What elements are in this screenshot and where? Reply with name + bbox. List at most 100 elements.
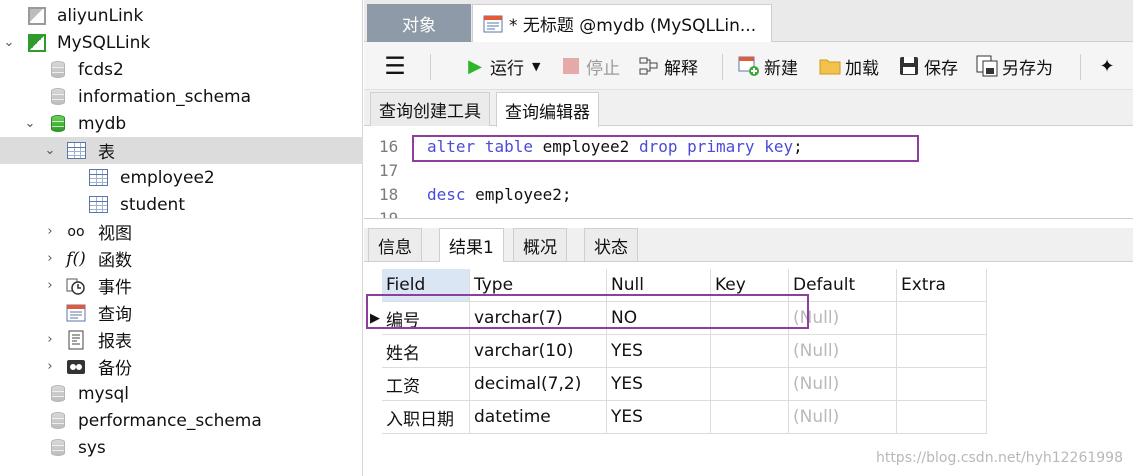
- highlight-box: [366, 294, 809, 329]
- run-button[interactable]: ▶ 运行 ▼: [464, 52, 540, 80]
- grid-cell[interactable]: datetime: [470, 401, 607, 434]
- beautify-button[interactable]: ✦: [1096, 52, 1122, 80]
- tree-item-label: MySQLLink: [57, 32, 151, 53]
- code-line: 18 desc employee2;: [364, 182, 1133, 206]
- grid-cell[interactable]: [897, 302, 987, 335]
- grid-cell[interactable]: 入职日期: [382, 401, 470, 434]
- tree-item-mysql[interactable]: mysql: [0, 380, 363, 407]
- tree-item-aliyunlink[interactable]: aliyunLink: [0, 2, 363, 29]
- database-icon: [48, 60, 68, 80]
- tree-item-label: 报表: [98, 332, 132, 352]
- grid-cell[interactable]: 工资: [382, 368, 470, 401]
- grid-cell[interactable]: YES: [607, 401, 711, 434]
- tree-item-functions[interactable]: › f() 函数: [0, 245, 363, 272]
- query-toolbar: ☰ ▶ 运行 ▼ 停止 解释 新建 加载 保存 另存为 ✦: [364, 42, 1133, 90]
- tree-item-events[interactable]: › 事件: [0, 272, 363, 299]
- grid-cell[interactable]: [711, 401, 789, 434]
- tree-item-fcds2[interactable]: fcds2: [0, 56, 363, 83]
- chevron-right-icon[interactable]: ›: [43, 251, 57, 266]
- tree-item-sys[interactable]: sys: [0, 434, 363, 461]
- chevron-right-icon[interactable]: ›: [43, 332, 57, 347]
- table-icon: [88, 168, 108, 188]
- chevron-right-icon[interactable]: ›: [43, 224, 57, 239]
- save-label: 保存: [924, 58, 958, 79]
- tab-label: 查询创建工具: [379, 102, 481, 122]
- grid-cell[interactable]: (Null): [789, 368, 897, 401]
- tree-item-label: 查询: [98, 305, 132, 325]
- grid-cell[interactable]: [711, 368, 789, 401]
- grid-cell[interactable]: YES: [607, 368, 711, 401]
- tree-item-backups[interactable]: › 备份: [0, 353, 363, 380]
- save-as-label: 另存为: [1002, 58, 1053, 79]
- tree-item-performance-schema[interactable]: performance_schema: [0, 407, 363, 434]
- grid-cell[interactable]: decimal(7,2): [470, 368, 607, 401]
- load-label: 加载: [845, 58, 879, 79]
- tab-objects[interactable]: 对象: [367, 4, 471, 42]
- explain-button[interactable]: 解释: [638, 52, 698, 80]
- explain-icon: [638, 55, 660, 77]
- database-icon: [48, 438, 68, 458]
- new-label: 新建: [764, 58, 798, 79]
- tree-item-mydb[interactable]: ⌄ mydb: [0, 110, 363, 137]
- chevron-right-icon[interactable]: ›: [43, 359, 57, 374]
- line-number: 16: [379, 136, 399, 156]
- tree-item-views[interactable]: › oo 视图: [0, 218, 363, 245]
- load-button[interactable]: 加载: [819, 52, 879, 80]
- tab-label: 信息: [378, 237, 412, 258]
- report-icon: [66, 330, 86, 350]
- table-icon: [88, 195, 108, 215]
- tab-status[interactable]: 状态: [584, 228, 638, 262]
- dropdown-arrow-icon[interactable]: ▼: [532, 60, 540, 73]
- tab-query-builder[interactable]: 查询创建工具: [370, 92, 490, 126]
- tree-item-queries[interactable]: 查询: [0, 299, 363, 326]
- query-icon: [66, 303, 86, 323]
- new-button[interactable]: 新建: [738, 52, 798, 80]
- chevron-right-icon[interactable]: ›: [43, 278, 57, 293]
- tree-item-label: mysql: [78, 383, 129, 404]
- function-icon: f(): [66, 248, 86, 269]
- tab-result1[interactable]: 结果1: [439, 228, 504, 263]
- tree-item-mysqllink[interactable]: ⌄ MySQLLink: [0, 29, 363, 56]
- tree-item-information-schema[interactable]: information_schema: [0, 83, 363, 110]
- tree-item-student[interactable]: student: [0, 191, 363, 218]
- glasses-icon: oo: [67, 223, 85, 240]
- tab-label: 查询编辑器: [505, 102, 590, 123]
- line-number: 18: [379, 184, 399, 204]
- menu-button[interactable]: ☰: [384, 52, 410, 80]
- grid-cell[interactable]: [711, 335, 789, 368]
- tab-query[interactable]: * 无标题 @mydb (MySQLLin...: [472, 4, 772, 42]
- grid-cell[interactable]: [897, 401, 987, 434]
- save-button[interactable]: 保存: [898, 52, 958, 80]
- tab-label: 结果1: [449, 238, 494, 258]
- tree-item-label: employee2: [120, 167, 215, 188]
- chevron-down-icon[interactable]: ⌄: [23, 116, 37, 131]
- stop-button[interactable]: 停止: [560, 52, 620, 80]
- grid-cell[interactable]: 姓名: [382, 335, 470, 368]
- tree-item-label: 视图: [98, 224, 132, 244]
- grid-cell[interactable]: (Null): [789, 401, 897, 434]
- tab-label: * 无标题 @mydb (MySQLLin...: [509, 16, 757, 36]
- line-number: 19: [379, 208, 399, 219]
- grid-cell[interactable]: varchar(10): [470, 335, 607, 368]
- grid-cell[interactable]: (Null): [789, 335, 897, 368]
- save-as-button[interactable]: 另存为: [976, 52, 1053, 80]
- play-icon: ▶: [468, 55, 482, 77]
- chevron-down-icon[interactable]: ⌄: [2, 35, 16, 50]
- tab-info[interactable]: 信息: [368, 228, 422, 262]
- sql-editor[interactable]: 16 alter table employee2 drop primary key…: [364, 127, 1133, 219]
- result-grid[interactable]: Field Type Null Key Default Extra ▶ 编号 varchar(7…: [364, 262, 1133, 476]
- column-header[interactable]: Extra: [897, 269, 987, 302]
- new-query-icon: [738, 55, 760, 77]
- tree-item-label: 备份: [98, 359, 132, 379]
- grid-cell[interactable]: [897, 335, 987, 368]
- grid-cell[interactable]: YES: [607, 335, 711, 368]
- tree-item-reports[interactable]: › 报表: [0, 326, 363, 353]
- tab-query-editor[interactable]: 查询编辑器: [496, 92, 599, 127]
- tab-profile[interactable]: 概况: [513, 228, 567, 262]
- document-tab-bar: 对象 * 无标题 @mydb (MySQLLin...: [364, 0, 1133, 42]
- tab-label: 概况: [523, 237, 557, 258]
- grid-cell[interactable]: [897, 368, 987, 401]
- chevron-down-icon[interactable]: ⌄: [43, 143, 57, 158]
- tree-item-employee2[interactable]: employee2: [0, 164, 363, 191]
- tree-item-tables[interactable]: ⌄ 表: [0, 137, 363, 164]
